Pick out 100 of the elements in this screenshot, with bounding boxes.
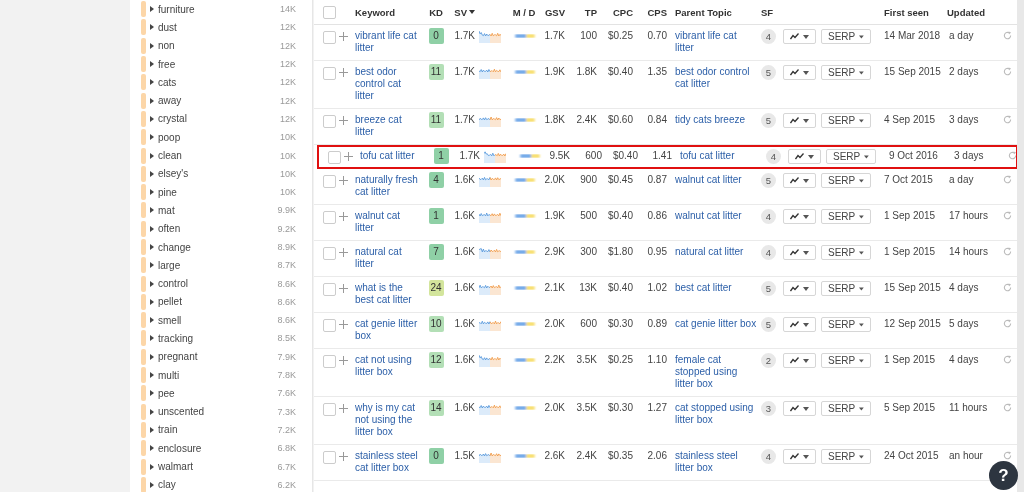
keyword-link[interactable]: cat not using litter box: [355, 354, 423, 378]
parent-topic-link[interactable]: stainless steel litter box: [671, 450, 761, 474]
row-checkbox[interactable]: [323, 247, 336, 260]
group-label[interactable]: control: [158, 278, 278, 290]
parent-topic-link[interactable]: vibrant life cat litter: [671, 30, 761, 54]
group-label[interactable]: walmart: [158, 461, 278, 473]
group-label[interactable]: change: [158, 241, 278, 253]
column-header[interactable]: TP: [569, 6, 601, 18]
serp-dropdown[interactable]: SERP: [821, 281, 871, 296]
group-label[interactable]: elsey's: [158, 168, 280, 180]
trend-dropdown[interactable]: [783, 29, 816, 44]
keyword-link[interactable]: vibrant life cat litter: [355, 30, 423, 54]
group-label[interactable]: train: [158, 424, 278, 436]
parent-topic-link[interactable]: cat stopped using litter box: [671, 402, 761, 426]
group-label[interactable]: enclosure: [158, 442, 278, 454]
add-icon[interactable]: [339, 404, 348, 413]
add-icon[interactable]: [339, 176, 348, 185]
column-header[interactable]: KD: [423, 6, 449, 18]
parent-topic-link[interactable]: walnut cat litter: [671, 174, 761, 186]
add-icon[interactable]: [339, 452, 348, 461]
keyword-link[interactable]: natural cat litter: [355, 246, 423, 270]
select-all-checkbox[interactable]: [323, 6, 336, 19]
serp-dropdown[interactable]: SERP: [826, 149, 876, 164]
keyword-link[interactable]: walnut cat litter: [355, 210, 423, 234]
trend-dropdown[interactable]: [783, 245, 816, 260]
column-header[interactable]: Parent Topic: [671, 6, 761, 18]
group-label[interactable]: non: [158, 40, 280, 52]
trend-dropdown[interactable]: [788, 149, 821, 164]
parent-topic-link[interactable]: natural cat litter: [671, 246, 761, 258]
group-label[interactable]: poop: [158, 131, 280, 143]
parent-topic-link[interactable]: best cat litter: [671, 282, 761, 294]
row-checkbox[interactable]: [323, 31, 336, 44]
serp-dropdown[interactable]: SERP: [821, 113, 871, 128]
trend-dropdown[interactable]: [783, 209, 816, 224]
row-checkbox[interactable]: [323, 175, 336, 188]
add-icon[interactable]: [339, 320, 348, 329]
trend-dropdown[interactable]: [783, 113, 816, 128]
keyword-link[interactable]: breeze cat litter: [355, 114, 423, 138]
trend-dropdown[interactable]: [783, 317, 816, 332]
group-label[interactable]: unscented: [158, 406, 278, 418]
column-header[interactable]: CPS: [637, 6, 671, 18]
column-header[interactable]: Updated: [947, 6, 997, 18]
group-label[interactable]: pine: [158, 186, 280, 198]
keyword-link[interactable]: best odor control cat litter: [355, 66, 423, 102]
group-label[interactable]: away: [158, 95, 280, 107]
parent-topic-link[interactable]: cat genie litter box: [671, 318, 761, 330]
keyword-link[interactable]: tofu cat litter: [360, 150, 428, 162]
trend-dropdown[interactable]: [783, 401, 816, 416]
parent-topic-link[interactable]: tidy cats breeze: [671, 114, 761, 126]
group-label[interactable]: pee: [158, 387, 278, 399]
serp-dropdown[interactable]: SERP: [821, 29, 871, 44]
row-checkbox[interactable]: [323, 319, 336, 332]
trend-dropdown[interactable]: [783, 449, 816, 464]
row-checkbox[interactable]: [323, 451, 336, 464]
group-label[interactable]: free: [158, 58, 280, 70]
group-label[interactable]: dust: [158, 21, 280, 33]
keyword-link[interactable]: cat genie litter box: [355, 318, 423, 342]
trend-dropdown[interactable]: [783, 281, 816, 296]
group-label[interactable]: often: [158, 223, 278, 235]
serp-dropdown[interactable]: SERP: [821, 245, 871, 260]
column-header[interactable]: CPC: [601, 6, 637, 18]
column-header[interactable]: First seen: [879, 6, 947, 18]
serp-dropdown[interactable]: SERP: [821, 449, 871, 464]
column-header[interactable]: SV: [449, 6, 479, 18]
row-checkbox[interactable]: [323, 403, 336, 416]
serp-dropdown[interactable]: SERP: [821, 173, 871, 188]
row-checkbox[interactable]: [323, 355, 336, 368]
group-label[interactable]: large: [158, 259, 278, 271]
group-label[interactable]: pellet: [158, 296, 278, 308]
trend-dropdown[interactable]: [783, 353, 816, 368]
keyword-link[interactable]: naturally fresh cat litter: [355, 174, 423, 198]
serp-dropdown[interactable]: SERP: [821, 353, 871, 368]
column-header[interactable]: Keyword: [355, 6, 423, 18]
column-header[interactable]: M / D: [507, 6, 541, 18]
trend-dropdown[interactable]: [783, 173, 816, 188]
row-checkbox[interactable]: [323, 211, 336, 224]
column-header[interactable]: GSV: [541, 6, 569, 18]
group-label[interactable]: tracking: [158, 333, 278, 344]
add-icon[interactable]: [339, 116, 348, 125]
parent-topic-link[interactable]: female cat stopped using litter box: [671, 354, 761, 390]
group-label[interactable]: smell: [158, 314, 278, 326]
keyword-link[interactable]: why is my cat not using the litter box: [355, 402, 423, 438]
add-icon[interactable]: [339, 32, 348, 41]
add-icon[interactable]: [339, 356, 348, 365]
row-checkbox[interactable]: [323, 115, 336, 128]
serp-dropdown[interactable]: SERP: [821, 65, 871, 80]
add-icon[interactable]: [339, 248, 348, 257]
serp-dropdown[interactable]: SERP: [821, 401, 871, 416]
trend-dropdown[interactable]: [783, 65, 816, 80]
add-icon[interactable]: [339, 212, 348, 221]
row-checkbox[interactable]: [328, 151, 341, 164]
serp-dropdown[interactable]: SERP: [821, 209, 871, 224]
column-header[interactable]: SF: [761, 6, 783, 18]
row-checkbox[interactable]: [323, 283, 336, 296]
group-label[interactable]: clay: [158, 479, 278, 491]
parent-topic-link[interactable]: best odor control cat litter: [671, 66, 761, 90]
group-label[interactable]: crystal: [158, 113, 280, 125]
refresh-icon[interactable]: [1007, 151, 1017, 160]
group-label[interactable]: pregnant: [158, 351, 278, 363]
group-label[interactable]: multi: [158, 369, 278, 381]
